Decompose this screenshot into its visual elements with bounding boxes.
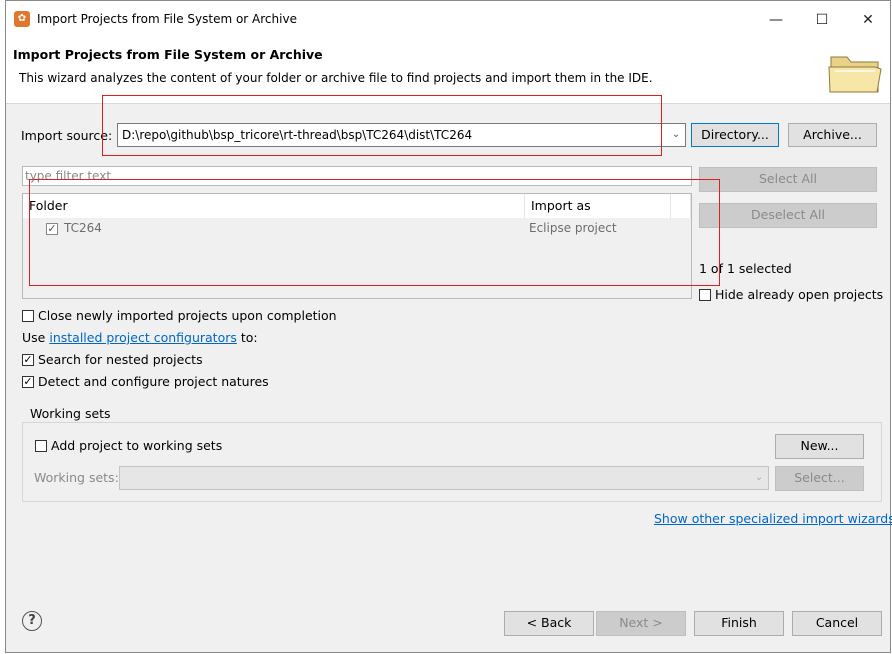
add-working-sets-label[interactable]: Add project to working sets bbox=[51, 438, 222, 453]
window-title: Import Projects from File System or Arch… bbox=[37, 12, 297, 26]
project-import-as: Eclipse project bbox=[529, 221, 617, 235]
select-working-sets-button[interactable]: Select... bbox=[775, 466, 864, 491]
working-sets-label: Working sets: bbox=[34, 470, 119, 485]
column-header-folder[interactable]: Folder bbox=[23, 194, 525, 218]
use-suffix: to: bbox=[240, 330, 258, 345]
import-source-combo[interactable]: D:\repo\github\bsp_tricore\rt-thread\bsp… bbox=[117, 123, 686, 147]
wizard-description: This wizard analyzes the content of your… bbox=[19, 71, 653, 85]
column-header-filler bbox=[671, 194, 691, 218]
hide-open-label[interactable]: Hide already open projects bbox=[715, 287, 883, 302]
working-sets-group bbox=[22, 422, 882, 502]
working-sets-group-label: Working sets bbox=[30, 406, 111, 421]
chevron-down-icon[interactable]: ⌄ bbox=[667, 124, 685, 146]
title-bar: ✿ Import Projects from File System or Ar… bbox=[6, 1, 890, 39]
add-working-sets-checkbox[interactable] bbox=[35, 440, 47, 452]
close-after-checkbox[interactable] bbox=[22, 310, 34, 322]
hide-open-checkbox[interactable] bbox=[699, 289, 711, 301]
filter-input[interactable]: type filter text bbox=[22, 166, 692, 186]
minimize-button[interactable]: — bbox=[753, 1, 799, 39]
project-checkbox[interactable]: ✓ bbox=[46, 223, 58, 235]
working-sets-combo[interactable]: ⌄ bbox=[119, 466, 769, 490]
new-working-set-button[interactable]: New... bbox=[775, 434, 864, 459]
installed-configurators-link[interactable]: installed project configurators bbox=[49, 330, 237, 345]
projects-table: Folder Import as ✓ TC264 Eclipse project bbox=[22, 193, 692, 299]
column-header-import-as[interactable]: Import as bbox=[525, 194, 671, 218]
next-button[interactable]: Next > bbox=[596, 611, 686, 636]
import-dialog: ✿ Import Projects from File System or Ar… bbox=[5, 0, 892, 653]
directory-button[interactable]: Directory... bbox=[691, 123, 779, 147]
import-source-value: D:\repo\github\bsp_tricore\rt-thread\bsp… bbox=[122, 128, 473, 142]
detect-natures-label[interactable]: Detect and configure project natures bbox=[38, 374, 269, 389]
selection-count: 1 of 1 selected bbox=[699, 261, 792, 276]
eclipse-app-icon: ✿ bbox=[14, 11, 30, 27]
finish-button[interactable]: Finish bbox=[694, 611, 784, 636]
wizard-title: Import Projects from File System or Arch… bbox=[13, 47, 323, 62]
show-other-wizards-link[interactable]: Show other specialized import wizards bbox=[654, 511, 892, 526]
configurators-line: Use installed project configurators to: bbox=[22, 330, 258, 345]
close-after-label[interactable]: Close newly imported projects upon compl… bbox=[38, 308, 337, 323]
select-all-button[interactable]: Select All bbox=[699, 167, 877, 192]
chevron-down-icon[interactable]: ⌄ bbox=[750, 467, 768, 489]
archive-button[interactable]: Archive... bbox=[788, 123, 877, 147]
search-nested-label[interactable]: Search for nested projects bbox=[38, 352, 203, 367]
project-folder-name[interactable]: TC264 bbox=[64, 221, 102, 235]
deselect-all-button[interactable]: Deselect All bbox=[699, 203, 877, 228]
back-button[interactable]: < Back bbox=[504, 611, 594, 636]
help-icon[interactable]: ? bbox=[22, 611, 42, 631]
cancel-button[interactable]: Cancel bbox=[792, 611, 882, 636]
detect-natures-checkbox[interactable]: ✓ bbox=[22, 376, 34, 388]
folder-banner-icon bbox=[828, 56, 882, 93]
search-nested-checkbox[interactable]: ✓ bbox=[22, 354, 34, 366]
import-source-label: Import source: bbox=[21, 128, 113, 143]
close-window-button[interactable]: ✕ bbox=[845, 1, 891, 39]
wizard-header: Import Projects from File System or Arch… bbox=[6, 39, 890, 104]
use-prefix: Use bbox=[22, 330, 46, 345]
maximize-button[interactable]: ☐ bbox=[799, 1, 845, 39]
